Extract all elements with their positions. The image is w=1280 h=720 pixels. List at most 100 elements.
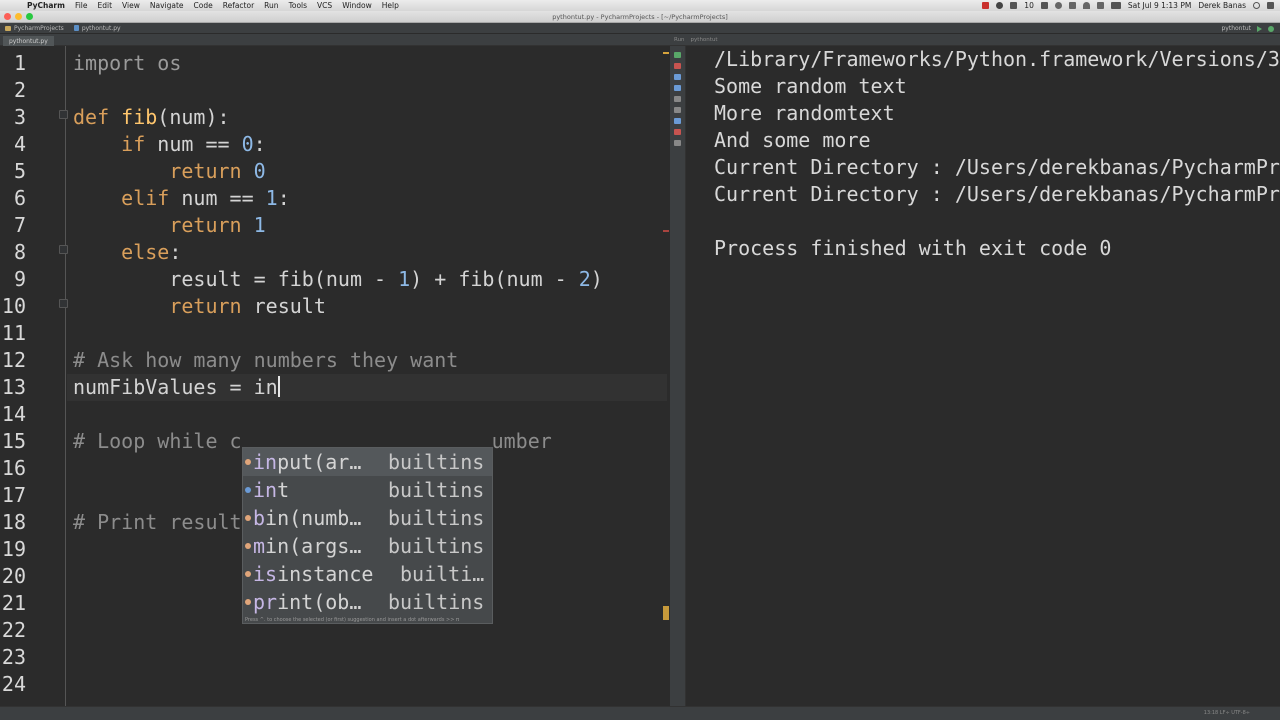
editor-marker-strip (660, 46, 670, 720)
code-line-3[interactable]: def fib(num): (73, 104, 230, 131)
code-text: num == (169, 186, 266, 210)
alert-icon[interactable] (996, 2, 1004, 9)
menu-pycharm[interactable]: PyCharm (22, 1, 70, 10)
code-keyword: def (73, 105, 110, 129)
menu-clock[interactable]: Sat Jul 9 1:13 PM (1128, 1, 1192, 10)
error-marker[interactable] (663, 230, 669, 232)
menu-bar-extras: 10 Sat Jul 9 1:13 PM Derek Banas (982, 0, 1274, 11)
clock-tray-icon[interactable] (1054, 2, 1062, 9)
debug-icon[interactable] (1268, 25, 1274, 32)
autocomplete-item[interactable]: input(ar… builtins (243, 448, 492, 476)
code-keyword: import (73, 51, 146, 75)
code-line-12[interactable]: # Ask how many numbers they want (73, 347, 458, 374)
run-window-config[interactable]: pythontut (691, 37, 718, 43)
code-line-13[interactable]: numFibValues = in (73, 374, 280, 401)
code-keyword: return (169, 159, 242, 183)
run-icon[interactable] (1257, 25, 1262, 32)
flag-icon[interactable] (1110, 2, 1121, 9)
menu-navigate[interactable]: Navigate (145, 1, 189, 10)
function-icon (245, 543, 251, 549)
soft-wrap-icon[interactable] (674, 96, 681, 102)
autocomplete-item[interactable]: int builtins (243, 476, 492, 504)
fold-marker-icon[interactable] (59, 245, 68, 254)
menu-refactor[interactable]: Refactor (218, 1, 259, 10)
line-number: 20 (1, 564, 26, 588)
notification-icon[interactable] (1010, 2, 1018, 9)
line-number: 13 (1, 375, 26, 399)
line-number: 8 (13, 240, 26, 264)
spotlight-search-icon[interactable] (1253, 2, 1260, 9)
code-line-9[interactable]: result = fib(num - 1) + fib(num - 2) (73, 266, 603, 293)
zoom-window-icon[interactable] (26, 13, 33, 20)
menu-user[interactable]: Derek Banas (1198, 1, 1246, 10)
code-line-7[interactable]: return 1 (73, 212, 265, 239)
macos-menu-bar: PyCharm File Edit View Navigate Code Ref… (0, 0, 1280, 11)
code-line-1[interactable]: import os (73, 50, 181, 77)
line-number: 15 (1, 429, 26, 453)
menu-view[interactable]: View (117, 1, 145, 10)
code-editor[interactable]: 1 2 3 4 5 6 7 8 9 10 11 12 13 14 15 16 1… (0, 46, 670, 720)
menu-run[interactable]: Run (259, 1, 283, 10)
menu-help[interactable]: Help (377, 1, 404, 10)
code-text: ) + fib(num - (410, 267, 579, 291)
notification-center-icon[interactable] (1267, 2, 1274, 9)
help-icon[interactable] (674, 140, 681, 146)
autocomplete-item[interactable]: isinstance builti… (243, 560, 492, 588)
close-window-icon[interactable] (4, 13, 11, 20)
scroll-down-icon[interactable] (674, 85, 681, 91)
code-keyword: return (169, 213, 242, 237)
code-line-18[interactable]: # Print result (73, 509, 242, 536)
window-title: pythontut.py - PycharmProjects - [~/Pych… (552, 12, 728, 21)
run-window-label[interactable]: Run (674, 37, 685, 43)
settings-icon[interactable] (674, 118, 681, 124)
app-tray-icon[interactable] (1040, 2, 1048, 9)
code-line-8[interactable]: else: (73, 239, 181, 266)
fold-marker-icon[interactable] (59, 299, 68, 308)
menu-window[interactable]: Window (337, 1, 377, 10)
wifi-icon[interactable] (1082, 2, 1090, 9)
code-keyword: elif (121, 186, 170, 210)
close-icon[interactable] (674, 129, 681, 135)
menu-code[interactable]: Code (189, 1, 218, 10)
breadcrumb-file[interactable]: pythontut.py (69, 25, 126, 32)
fold-marker-icon[interactable] (59, 110, 68, 119)
autocomplete-source: builti… (400, 562, 485, 586)
caret-marker[interactable] (663, 606, 669, 620)
code-text: ) (590, 267, 603, 291)
tab-pythontut[interactable]: pythontut.py (3, 36, 54, 46)
caret-position[interactable]: 13:18 LF÷ UTF-8÷ (1204, 710, 1250, 716)
minimize-window-icon[interactable] (15, 13, 22, 20)
menu-badge-count: 10 (1024, 1, 1034, 10)
menu-edit[interactable]: Edit (93, 1, 118, 10)
code-number: 0 (253, 159, 266, 183)
menu-file[interactable]: File (70, 1, 93, 10)
autocomplete-item[interactable]: min(args… builtins (243, 532, 492, 560)
rerun-icon[interactable] (674, 52, 681, 58)
window-controls (4, 13, 33, 20)
print-icon[interactable] (674, 107, 681, 113)
bluetooth-icon[interactable] (1068, 2, 1076, 9)
line-number: 18 (1, 510, 26, 534)
run-console[interactable]: /Library/Frameworks/Python.framework/Ver… (698, 46, 1280, 706)
code-function-name: fib (121, 105, 158, 129)
scroll-up-icon[interactable] (674, 74, 681, 80)
function-icon (245, 515, 251, 521)
stop-icon[interactable] (674, 63, 681, 69)
code-line-5[interactable]: return 0 (73, 158, 266, 185)
code-text: os (145, 51, 182, 75)
warning-marker[interactable] (663, 52, 669, 54)
menu-tools[interactable]: Tools (284, 1, 312, 10)
code-line-6[interactable]: elif num == 1: (73, 185, 290, 212)
autocomplete-item[interactable]: print(ob… builtins (243, 588, 492, 616)
volume-icon[interactable] (1096, 2, 1104, 9)
run-config-dropdown[interactable]: pythontut (1222, 25, 1252, 32)
autocomplete-item[interactable]: bin(numb… builtins (243, 504, 492, 532)
code-line-10[interactable]: return result (73, 293, 326, 320)
breadcrumb-project[interactable]: PycharmProjects (0, 25, 69, 32)
breadcrumb-file-label: pythontut.py (81, 24, 121, 32)
record-icon[interactable] (982, 2, 990, 9)
menu-vcs[interactable]: VCS (312, 1, 337, 10)
code-line-4[interactable]: if num == 0: (73, 131, 266, 158)
